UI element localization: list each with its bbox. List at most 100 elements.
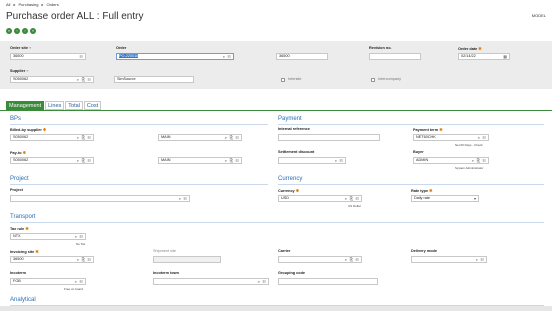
link-icon[interactable]: ⎘ (82, 77, 85, 82)
search-icon[interactable]: ⌕ (77, 257, 79, 262)
list-icon[interactable]: ☷ (482, 135, 486, 140)
required-icon: ✱ (478, 47, 482, 51)
list-icon[interactable]: ☷ (79, 279, 83, 284)
tab-management[interactable]: Management (6, 101, 45, 110)
link-icon[interactable]: ⎘ (350, 196, 353, 201)
pay-to-field[interactable]: S050062 ⌕ ⎘ ☷ (10, 157, 94, 164)
required-icon: ✱ (429, 189, 433, 193)
currency-field[interactable]: USD ⌕ ⎘ ☷ (278, 195, 362, 202)
order-field[interactable]: PO-220016 ⌕ ☷ (116, 53, 234, 60)
list-icon[interactable]: ☷ (79, 234, 83, 239)
list-icon[interactable]: ☷ (79, 54, 83, 59)
search-icon[interactable]: ⌕ (478, 135, 480, 140)
search-icon[interactable]: ⌕ (225, 158, 227, 163)
grouping-code-field[interactable] (278, 278, 378, 285)
link-icon[interactable]: ⎘ (82, 158, 85, 163)
incoterm-town-field[interactable]: ⌕ ☷ (153, 278, 269, 285)
list-icon[interactable]: ☷ (339, 158, 343, 163)
breadcrumb-all[interactable]: All (6, 2, 10, 7)
list-icon[interactable]: ☷ (87, 257, 91, 262)
breadcrumb-purchasing[interactable]: Purchasing (18, 2, 38, 7)
payment-term-description: Net 60 Days - Check (455, 143, 483, 147)
order-site-field[interactable]: 36500 ☷ (10, 53, 86, 60)
list-icon[interactable]: ☷ (262, 279, 266, 284)
last-record-icon[interactable]: » (30, 28, 36, 34)
next-record-icon[interactable]: › (22, 28, 28, 34)
search-icon[interactable]: ⌕ (476, 257, 478, 262)
search-icon[interactable]: ⌕ (345, 196, 347, 201)
breadcrumb-separator-icon: ▸ (41, 2, 44, 7)
intersite-checkbox[interactable] (281, 78, 285, 82)
list-icon[interactable]: ☷ (87, 135, 91, 140)
pay-to-address-field[interactable]: MAIN ⌕ ⎘ ☷ (158, 157, 242, 164)
revision-field[interactable] (369, 53, 421, 60)
tab-cost[interactable]: Cost (83, 101, 102, 110)
search-icon[interactable]: ⌕ (179, 196, 181, 201)
payment-term-label: Payment term ✱ (413, 128, 443, 132)
list-icon[interactable]: ☷ (87, 77, 91, 82)
link-icon[interactable]: ⎘ (82, 257, 85, 262)
supplier-field[interactable]: S050062 ⌕ ⎘ ☷ (10, 76, 94, 83)
search-icon[interactable]: ⌕ (75, 279, 77, 284)
previous-record-icon[interactable]: ‹ (14, 28, 20, 34)
required-icon: ✱ (35, 250, 39, 254)
order-date-field[interactable]: 02/14/22 ▦ (458, 53, 510, 60)
link-icon[interactable]: ⎘ (477, 158, 480, 163)
search-icon[interactable]: ⌕ (77, 135, 79, 140)
list-icon[interactable]: ☷ (183, 196, 187, 201)
link-icon[interactable]: ⎘ (350, 257, 353, 262)
link-icon[interactable]: ⎘ (230, 135, 233, 140)
list-icon[interactable]: ☷ (480, 257, 484, 262)
section-divider (10, 124, 268, 125)
order-description-field[interactable]: 36500 (276, 53, 328, 60)
search-icon[interactable]: ⌕ (75, 234, 77, 239)
list-icon[interactable]: ☷ (235, 158, 239, 163)
billed-by-field[interactable]: S050062 ⌕ ⎘ ☷ (10, 134, 94, 141)
settlement-discount-field[interactable]: ⌕ ☷ (278, 157, 346, 164)
project-field[interactable]: ⌕ ☷ (10, 195, 190, 202)
invoicing-site-field[interactable]: 36500 ⌕ ⎘ ☷ (10, 256, 94, 263)
list-icon[interactable]: ☷ (355, 196, 359, 201)
section-transport: Transport (10, 214, 36, 220)
search-icon[interactable]: ⌕ (335, 158, 337, 163)
required-icon: ✱ (25, 227, 29, 231)
delivery-mode-field[interactable]: ⌕ ☷ (411, 256, 487, 263)
link-icon[interactable]: ⎘ (82, 135, 85, 140)
search-icon[interactable]: ⌕ (258, 279, 260, 284)
carrier-field[interactable]: ⌕ ⎘ ☷ (278, 256, 362, 263)
billed-by-address-field[interactable]: MAIN ⌕ ⎘ ☷ (158, 134, 242, 141)
horizontal-scrollbar[interactable] (0, 306, 552, 311)
list-icon[interactable]: ☷ (227, 54, 231, 59)
list-icon[interactable]: ☷ (87, 158, 91, 163)
rate-type-select[interactable]: Daily rate ▾ (411, 195, 479, 202)
link-icon[interactable]: ⎘ (230, 158, 233, 163)
list-icon[interactable]: ☷ (235, 135, 239, 140)
section-bps: BPs (10, 116, 22, 122)
breadcrumb-orders[interactable]: Orders (47, 2, 59, 7)
model-label: MODEL (531, 13, 546, 18)
tax-rule-field[interactable]: NTX ⌕ ☷ (10, 233, 86, 240)
search-icon[interactable]: ⌕ (225, 135, 227, 140)
supplier-name-field[interactable]: SimSource (114, 76, 194, 83)
tab-total[interactable]: Total (65, 101, 83, 110)
pay-to-label: Pay-to ✱ (10, 151, 26, 155)
calendar-icon[interactable]: ▦ (503, 54, 507, 59)
page-title: Purchase order ALL : Full entry (6, 11, 144, 22)
buyer-field[interactable]: ADMIN ⌕ ⎘ ☷ (413, 157, 489, 164)
intercompany-checkbox[interactable] (371, 78, 375, 82)
list-icon[interactable]: ☷ (355, 257, 359, 262)
search-icon[interactable]: ⌕ (472, 158, 474, 163)
tab-lines[interactable]: Lines (45, 101, 65, 110)
search-icon[interactable]: ⌕ (345, 257, 347, 262)
order-date-label: Order date ✱ (458, 47, 482, 51)
first-record-icon[interactable]: « (6, 28, 12, 34)
chevron-down-icon[interactable]: ▾ (474, 196, 476, 201)
payment-term-field[interactable]: NET60CHK ⌕ ☷ (413, 134, 489, 141)
search-icon[interactable]: ⌕ (77, 158, 79, 163)
intercompany-label: Intercompany (378, 77, 402, 81)
internal-reference-field[interactable] (278, 134, 380, 141)
search-icon[interactable]: ⌕ (77, 77, 79, 82)
search-icon[interactable]: ⌕ (223, 54, 225, 59)
list-icon[interactable]: ☷ (482, 158, 486, 163)
incoterm-field[interactable]: FOB ⌕ ☷ (10, 278, 86, 285)
